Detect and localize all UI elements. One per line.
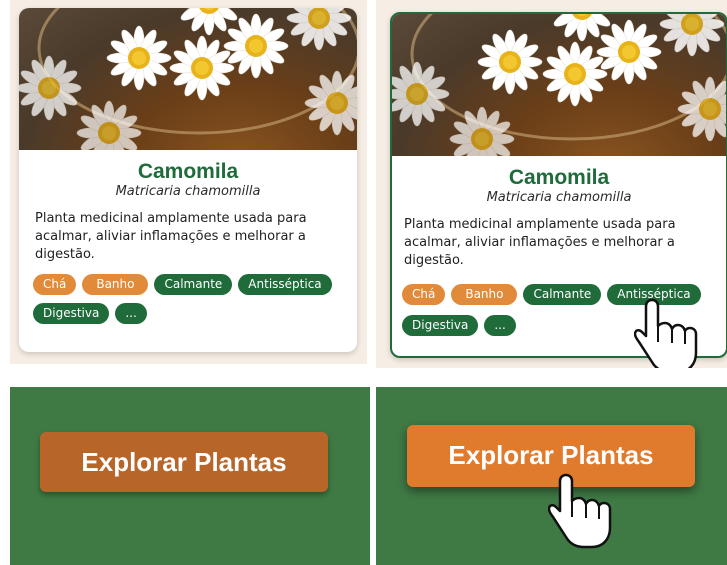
tag-digestiva[interactable]: Digestiva [33, 303, 110, 324]
button-hover-panel: Explorar Plantas [376, 387, 727, 565]
tag-list: Chá Banho Calmante Antisséptica Digestiv… [33, 274, 347, 324]
plant-title: Camomila [508, 166, 610, 189]
scientific-name: Matricaria chamomilla [115, 184, 261, 199]
button-default-panel: Explorar Plantas [10, 387, 370, 565]
plant-description: Planta medicinal amplamente usada para a… [35, 211, 307, 262]
explore-plants-button[interactable]: Explorar Plantas [40, 432, 328, 492]
tag-digestiva[interactable]: Digestiva [402, 315, 479, 336]
tag-cha[interactable]: Chá [402, 284, 446, 305]
plant-title: Camomila [137, 160, 239, 183]
tag-banho[interactable]: Banho [451, 284, 518, 305]
tag-cha[interactable]: Chá [33, 274, 77, 295]
tag-calmante[interactable]: Calmante [523, 284, 602, 305]
chamomile-photo [19, 8, 357, 150]
tag-more[interactable]: ... [115, 303, 147, 324]
tag-antisseptica[interactable]: Antisséptica [238, 274, 332, 295]
chamomile-photo [392, 14, 726, 156]
hand-pointer-icon [548, 473, 612, 549]
card-hover-panel: Camomila Matricaria chamomilla Planta me… [376, 0, 727, 368]
tag-calmante[interactable]: Calmante [154, 274, 233, 295]
hand-pointer-icon [634, 298, 698, 368]
tag-banho[interactable]: Banho [82, 274, 149, 295]
plant-card[interactable]: Camomila Matricaria chamomilla Planta me… [19, 8, 357, 352]
tag-more[interactable]: ... [484, 315, 516, 336]
scientific-name: Matricaria chamomilla [486, 190, 632, 205]
card-default-panel: Camomila Matricaria chamomilla Planta me… [10, 0, 367, 364]
plant-description: Planta medicinal amplamente usada para a… [404, 217, 676, 268]
